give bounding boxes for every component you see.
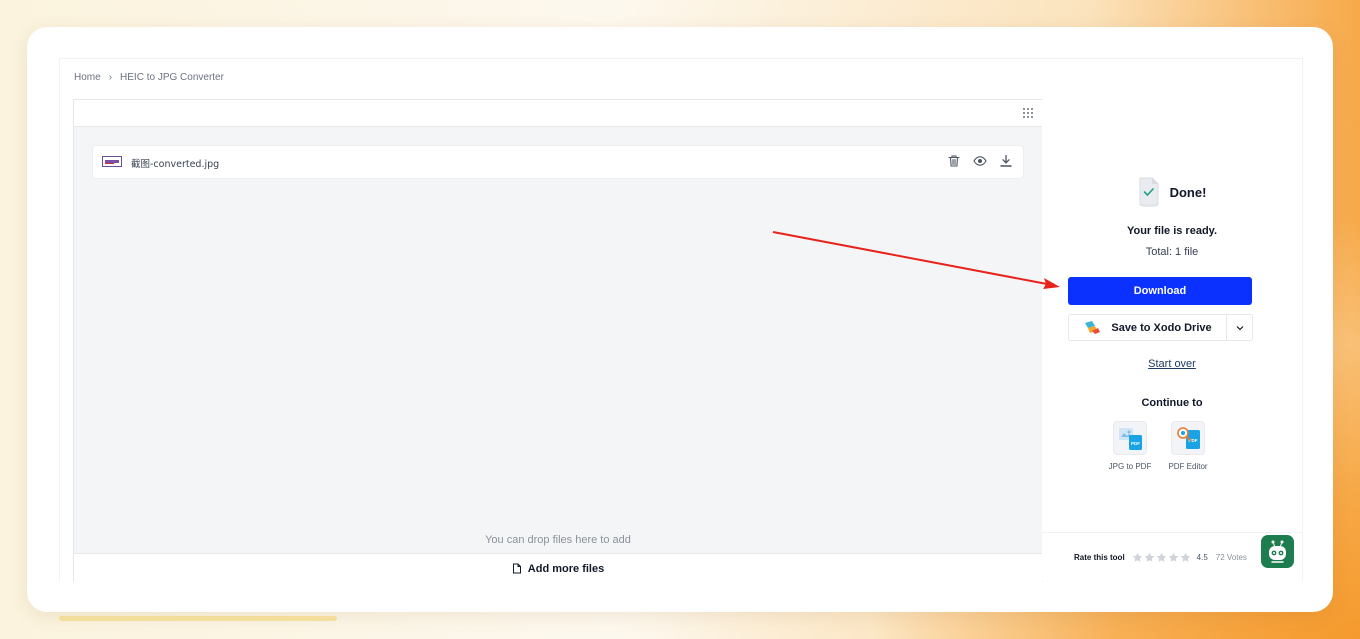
save-options-dropdown[interactable] [1226, 314, 1253, 341]
tool-pdf-editor[interactable]: PDF PDF Editor [1168, 421, 1208, 471]
drop-hint: You can drop files here to add [485, 534, 631, 546]
rating-bar: Rate this tool 4.5 72 Votes [1042, 532, 1302, 582]
file-actions [947, 154, 1013, 168]
continue-tools: PDF JPG to PDF PDF PDF Editor [1108, 421, 1208, 471]
start-over-link[interactable]: Start over [1042, 358, 1302, 370]
workspace-toolbar [74, 100, 1042, 127]
rating-stars [1132, 552, 1191, 563]
save-to-xodo-drive-button[interactable]: Save to Xodo Drive [1068, 314, 1226, 341]
rating-value: 4.5 [1196, 553, 1208, 562]
converter-app: Home › HEIC to JPG Converter 截图-converte… [59, 58, 1303, 583]
jpg-to-pdf-icon: PDF [1113, 421, 1147, 455]
star-icon[interactable] [1180, 552, 1191, 563]
breadcrumb: Home › HEIC to JPG Converter [74, 72, 224, 83]
rate-this-tool-label: Rate this tool [1074, 553, 1125, 562]
preview-eye-icon[interactable] [973, 154, 987, 168]
file-check-icon [1139, 177, 1159, 207]
add-more-files-label: Add more files [527, 562, 605, 575]
result-panel: Done! Your file is ready. Total: 1 file … [1042, 99, 1302, 581]
star-icon[interactable] [1168, 552, 1179, 563]
svg-text:PDF: PDF [1131, 441, 1140, 446]
grid-view-icon[interactable] [1023, 108, 1033, 118]
total-files-text: Total: 1 file [1145, 246, 1199, 258]
file-add-icon [512, 563, 521, 574]
star-icon[interactable] [1132, 552, 1143, 563]
download-button[interactable]: Download [1068, 277, 1252, 305]
rating-votes: 72 Votes [1215, 553, 1247, 562]
file-ready-text: Your file is ready. [1126, 225, 1218, 237]
done-title: Done! [1169, 184, 1207, 200]
chevron-down-icon [1236, 325, 1243, 330]
download-icon[interactable] [999, 154, 1013, 168]
breadcrumb-home[interactable]: Home [74, 72, 101, 83]
save-to-xodo-drive-label: Save to Xodo Drive [1111, 321, 1212, 334]
pdf-editor-icon: PDF [1171, 421, 1205, 455]
star-icon[interactable] [1156, 552, 1167, 563]
xodo-drive-icon [1085, 320, 1101, 334]
mascot-robot-icon[interactable] [1261, 535, 1294, 568]
tool-jpg-to-pdf[interactable]: PDF JPG to PDF [1108, 421, 1152, 471]
breadcrumb-separator: › [108, 72, 113, 83]
file-thumbnail [102, 156, 122, 167]
continue-to-heading: Continue to [1141, 397, 1203, 409]
breadcrumb-current[interactable]: HEIC to JPG Converter [120, 72, 224, 83]
tool-jpg-to-pdf-label: JPG to PDF [1108, 462, 1152, 471]
trash-icon[interactable] [947, 154, 961, 168]
file-workspace[interactable]: 截图-converted.jpg You can drop files here… [73, 99, 1043, 583]
file-name: 截图-converted.jpg [131, 159, 220, 170]
file-row[interactable]: 截图-converted.jpg [92, 145, 1024, 179]
decorative-strip [59, 616, 337, 621]
star-icon[interactable] [1144, 552, 1155, 563]
tool-pdf-editor-label: PDF Editor [1168, 462, 1208, 471]
add-more-files-button[interactable]: Add more files [74, 553, 1042, 583]
done-header: Done! [1042, 177, 1302, 207]
